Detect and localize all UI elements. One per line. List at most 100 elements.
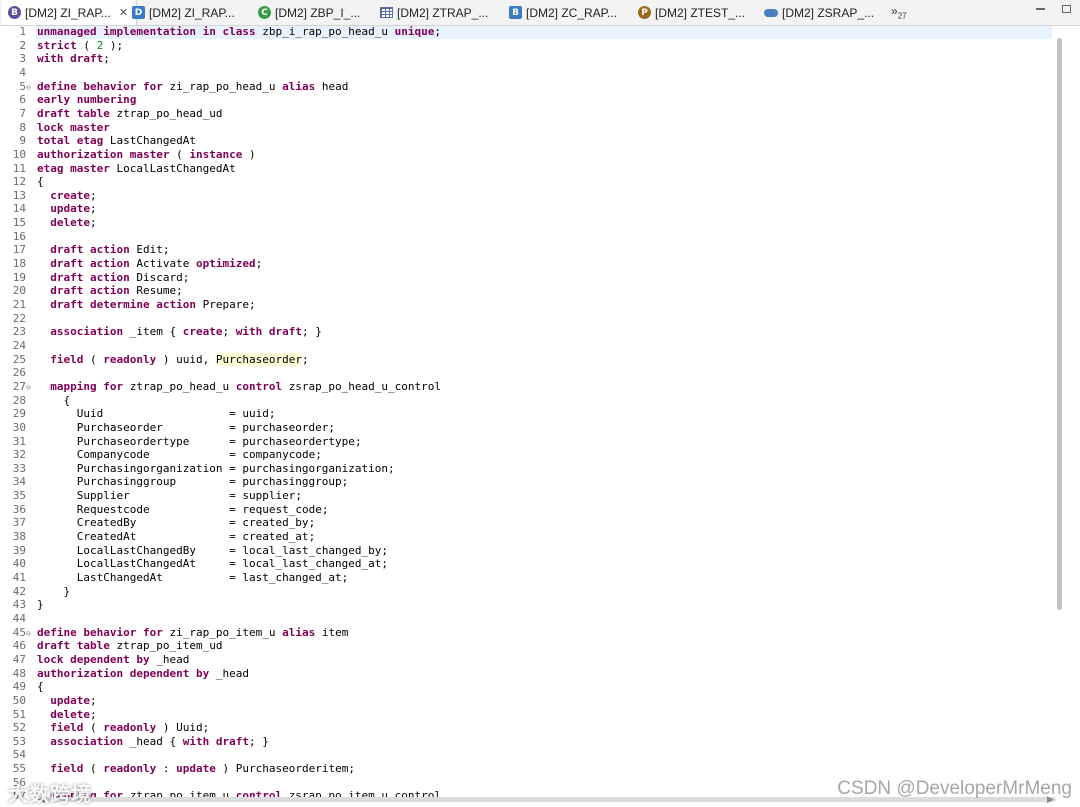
tab-5[interactable]: B [DM2] ZC_RAP... bbox=[503, 0, 625, 25]
line-number: 47 bbox=[12, 652, 26, 666]
code-line: 23 association _item { create; with draf… bbox=[0, 325, 322, 339]
code-line: 13 create; bbox=[0, 189, 97, 203]
code-line: 36 Requestcode = request_code; bbox=[0, 503, 329, 517]
code-line: 52 field ( readonly ) Uuid; bbox=[0, 721, 209, 735]
code-text: { bbox=[63, 393, 71, 407]
code-text: create; bbox=[50, 188, 97, 202]
maximize-button[interactable] bbox=[1060, 3, 1072, 15]
code-line: 8 lock master bbox=[0, 121, 110, 135]
line-number: 11 bbox=[12, 161, 26, 175]
code-text: Uuid = uuid; bbox=[76, 407, 276, 421]
code-text: Requestcode = request_code; bbox=[76, 502, 329, 516]
code-text: Purchasingorganization = purchasingorgan… bbox=[76, 461, 395, 475]
editor-tab-bar: B [DM2] ZI_RAP... ✕ D [DM2] ZI_RAP... C [DM2] … bbox=[0, 0, 1080, 26]
code-text: association _item { create; with draft; … bbox=[50, 325, 322, 339]
line-number: 55 bbox=[12, 762, 26, 776]
line-number: 23 bbox=[12, 325, 26, 339]
code-line: 17 draft action Edit; bbox=[0, 243, 170, 257]
tab-3[interactable]: C [DM2] ZBP_I_... bbox=[252, 0, 368, 25]
tab-overflow-button[interactable]: »27 bbox=[891, 4, 907, 20]
line-number: 44 bbox=[12, 611, 26, 625]
code-line: 38 CreatedAt = created_at; bbox=[0, 530, 315, 544]
code-line: 31 Purchaseordertype = purchaseordertype… bbox=[0, 435, 362, 449]
line-number: 21 bbox=[12, 298, 26, 311]
code-line: 24 bbox=[0, 339, 35, 353]
code-line: 3 with draft; bbox=[0, 52, 110, 66]
code-line: 11 etag master LocalLastChangedAt bbox=[0, 161, 236, 176]
line-number: 6 bbox=[19, 93, 26, 107]
code-text: unmanaged implementation in class zbp_i_… bbox=[37, 25, 442, 38]
code-text: Supplier = supplier; bbox=[76, 489, 302, 503]
line-number: 43 bbox=[12, 598, 26, 612]
fold-toggle-icon[interactable]: ⊖ bbox=[26, 627, 35, 641]
line-number: 38 bbox=[12, 530, 26, 544]
vertical-scrollbar[interactable] bbox=[1057, 38, 1062, 610]
code-line: 29 Uuid = uuid; bbox=[0, 407, 276, 421]
line-number: 9 bbox=[19, 134, 26, 148]
fold-toggle-icon[interactable]: ⊖ bbox=[26, 81, 35, 95]
code-line: 30 Purchaseorder = purchaseorder; bbox=[0, 421, 335, 435]
line-number: 33 bbox=[12, 461, 26, 475]
code-text: early numbering bbox=[37, 93, 137, 107]
code-line: 46 draft table ztrap_po_item_ud bbox=[0, 639, 223, 653]
line-number: 41 bbox=[12, 571, 26, 584]
line-number: 22 bbox=[12, 311, 26, 325]
line-number: 15 bbox=[12, 216, 26, 230]
code-line: 21 draft determine action Prepare; bbox=[0, 298, 256, 312]
code-line: 48 authorization dependent by _head bbox=[0, 666, 249, 681]
code-line: 49 { bbox=[0, 680, 44, 694]
line-number: 4 bbox=[19, 65, 26, 79]
tab-4[interactable]: [DM2] ZTRAP_... bbox=[374, 0, 496, 25]
tab-7[interactable]: [DM2] ZSRAP_... bbox=[758, 0, 882, 25]
code-text: draft table ztrap_po_head_ud bbox=[37, 106, 223, 120]
line-number: 49 bbox=[12, 680, 26, 694]
code-line: 22 bbox=[0, 312, 35, 326]
code-line: 4 bbox=[0, 66, 35, 80]
code-text: Purchaseorder = purchaseorder; bbox=[76, 420, 336, 434]
code-text: association _head { with draft; } bbox=[50, 734, 269, 748]
code-text: field ( readonly ) uuid, Purchaseorder; bbox=[50, 352, 309, 366]
behavior-definition-icon: B bbox=[8, 6, 21, 19]
code-editor[interactable]: 1 unmanaged implementation in class zbp_i… bbox=[0, 25, 1080, 807]
code-text: } bbox=[37, 598, 44, 612]
code-text: field ( readonly : update ) Purchaseorde… bbox=[50, 762, 355, 776]
code-text: draft determine action Prepare; bbox=[50, 298, 256, 311]
tab-6[interactable]: P [DM2] ZTEST_... bbox=[632, 0, 753, 25]
code-line: 45⊖ define behavior for zi_rap_po_item_u … bbox=[0, 625, 349, 641]
line-number: 45 bbox=[12, 625, 26, 639]
code-text: CreatedBy = created_by; bbox=[76, 516, 316, 530]
tab-label: [DM2] ZC_RAP... bbox=[526, 5, 618, 20]
code-line: 37 CreatedBy = created_by; bbox=[0, 516, 315, 530]
fold-toggle-icon[interactable]: ⊖ bbox=[26, 381, 35, 395]
code-text: lock dependent by _head bbox=[37, 652, 190, 666]
code-line: 2 strict ( 2 ); bbox=[0, 39, 123, 53]
code-line: 5⊖ define behavior for zi_rap_po_head_u a… bbox=[0, 80, 348, 95]
code-line: 26 bbox=[0, 366, 35, 380]
line-number: 12 bbox=[12, 175, 26, 189]
line-number: 18 bbox=[12, 257, 26, 271]
code-text: update; bbox=[50, 202, 97, 216]
code-line: 55 field ( readonly : update ) Purchaseo… bbox=[0, 762, 355, 776]
code-line: 33 Purchasingorganization = purchasingor… bbox=[0, 461, 395, 476]
line-number: 35 bbox=[12, 489, 26, 503]
overflow-symbol: » bbox=[891, 4, 898, 18]
window-controls bbox=[1034, 3, 1072, 15]
watermark-right: CSDN @DeveloperMrMeng bbox=[837, 778, 1072, 799]
projection-behavior-icon: B bbox=[509, 6, 522, 19]
code-line: 12 { bbox=[0, 175, 44, 189]
tab-label: [DM2] ZI_RAP... bbox=[25, 5, 111, 20]
tab-1[interactable]: B [DM2] ZI_RAP... ✕ bbox=[2, 0, 138, 25]
structure-icon bbox=[764, 8, 778, 17]
line-number: 48 bbox=[12, 666, 26, 680]
minimize-button[interactable] bbox=[1034, 3, 1046, 15]
tab-label: [DM2] ZTRAP_... bbox=[397, 5, 489, 20]
code-line: 9 total etag LastChangedAt bbox=[0, 134, 196, 148]
code-text: define behavior for zi_rap_po_head_u ali… bbox=[37, 79, 349, 93]
code-line: 34 Purchasinggroup = purchasinggroup; bbox=[0, 475, 349, 489]
line-number: 3 bbox=[19, 52, 26, 66]
code-text: } bbox=[63, 584, 71, 598]
code-text: field ( readonly ) Uuid; bbox=[50, 721, 210, 735]
tab-label: [DM2] ZI_RAP... bbox=[149, 5, 235, 20]
code-line: 28 { bbox=[0, 394, 70, 408]
tab-2[interactable]: D [DM2] ZI_RAP... bbox=[126, 0, 243, 25]
